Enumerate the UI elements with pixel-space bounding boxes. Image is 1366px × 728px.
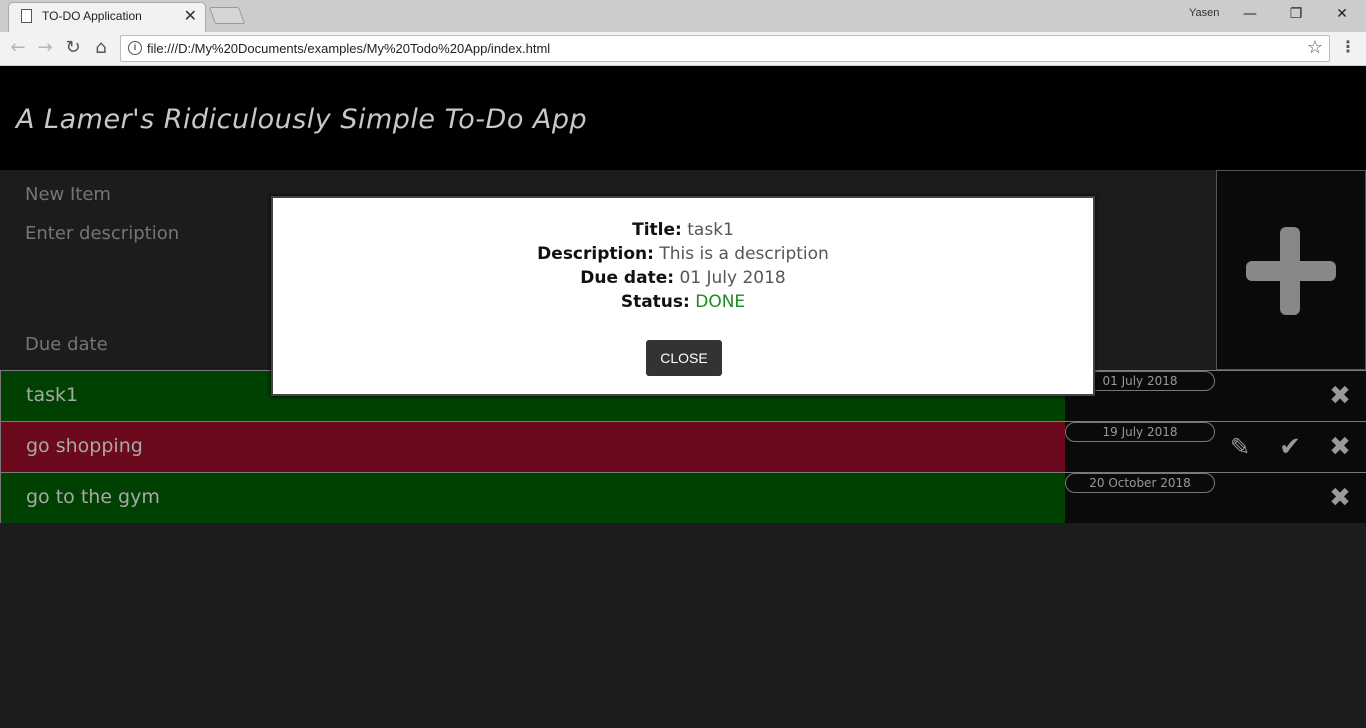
close-button[interactable]: CLOSE	[646, 340, 722, 376]
forward-icon[interactable]: →	[33, 36, 57, 60]
add-item-button[interactable]	[1216, 170, 1366, 370]
info-icon[interactable]: i	[128, 41, 142, 55]
due-date-badge: 20 October 2018	[1065, 473, 1215, 493]
todo-item: go to the gym 20 October 2018 ✖	[0, 472, 1366, 523]
browser-toolbar: ← → ↻ ⌂ i file:///D:/My%20Documents/exam…	[0, 32, 1366, 66]
back-icon[interactable]: ←	[6, 36, 30, 60]
browser-tab[interactable]: TO-DO Application ✕	[8, 2, 206, 32]
edit-icon[interactable]: ✎	[1225, 432, 1255, 462]
item-details-modal: Title: task1 Description: This is a desc…	[271, 196, 1095, 396]
checkmark-icon[interactable]: ✔	[1275, 432, 1305, 462]
window-close-icon[interactable]: ✕	[1322, 2, 1362, 26]
todo-item-title[interactable]: go to the gym	[0, 473, 1065, 523]
delete-icon[interactable]: ✖	[1325, 381, 1355, 411]
tab-close-icon[interactable]: ✕	[184, 6, 197, 26]
profile-name[interactable]: Yasen	[1189, 7, 1219, 19]
delete-icon[interactable]: ✖	[1325, 432, 1355, 462]
modal-title-line: Title: task1	[632, 220, 734, 240]
new-tab-button[interactable]	[208, 7, 246, 24]
due-date-badge: 19 July 2018	[1065, 422, 1215, 442]
minimize-icon[interactable]: —	[1230, 2, 1270, 26]
reload-icon[interactable]: ↻	[61, 36, 85, 60]
browser-tabstrip: TO-DO Application ✕ Yasen — ❐ ✕	[0, 0, 1366, 32]
todo-item: go shopping 19 July 2018 ✎ ✔ ✖	[0, 421, 1366, 472]
delete-icon[interactable]: ✖	[1325, 483, 1355, 513]
tab-title: TO-DO Application	[42, 9, 142, 23]
modal-description-line: Description: This is a description	[537, 244, 829, 264]
bookmark-star-icon[interactable]: ☆	[1307, 37, 1323, 58]
modal-status-line: Status: DONE	[620, 292, 746, 312]
page-icon	[21, 9, 32, 23]
modal-due-value: 01 July 2018	[679, 268, 786, 288]
todo-item-title[interactable]: go shopping	[0, 422, 1065, 472]
url-text[interactable]: file:///D:/My%20Documents/examples/My%20…	[147, 41, 550, 56]
modal-description-value: This is a description	[659, 244, 829, 264]
modal-status-value: DONE	[695, 292, 746, 312]
address-bar[interactable]: i file:///D:/My%20Documents/examples/My%…	[120, 35, 1330, 62]
app-title: A Lamer's Ridiculously Simple To-Do App	[16, 104, 588, 135]
modal-due-line: Due date: 01 July 2018	[580, 268, 786, 288]
modal-title-value: task1	[687, 220, 734, 240]
home-icon[interactable]: ⌂	[89, 36, 113, 60]
app-header: A Lamer's Ridiculously Simple To-Do App	[0, 66, 1366, 170]
browser-menu-icon[interactable]: ⋮	[1340, 37, 1356, 56]
restore-icon[interactable]: ❐	[1276, 2, 1316, 26]
